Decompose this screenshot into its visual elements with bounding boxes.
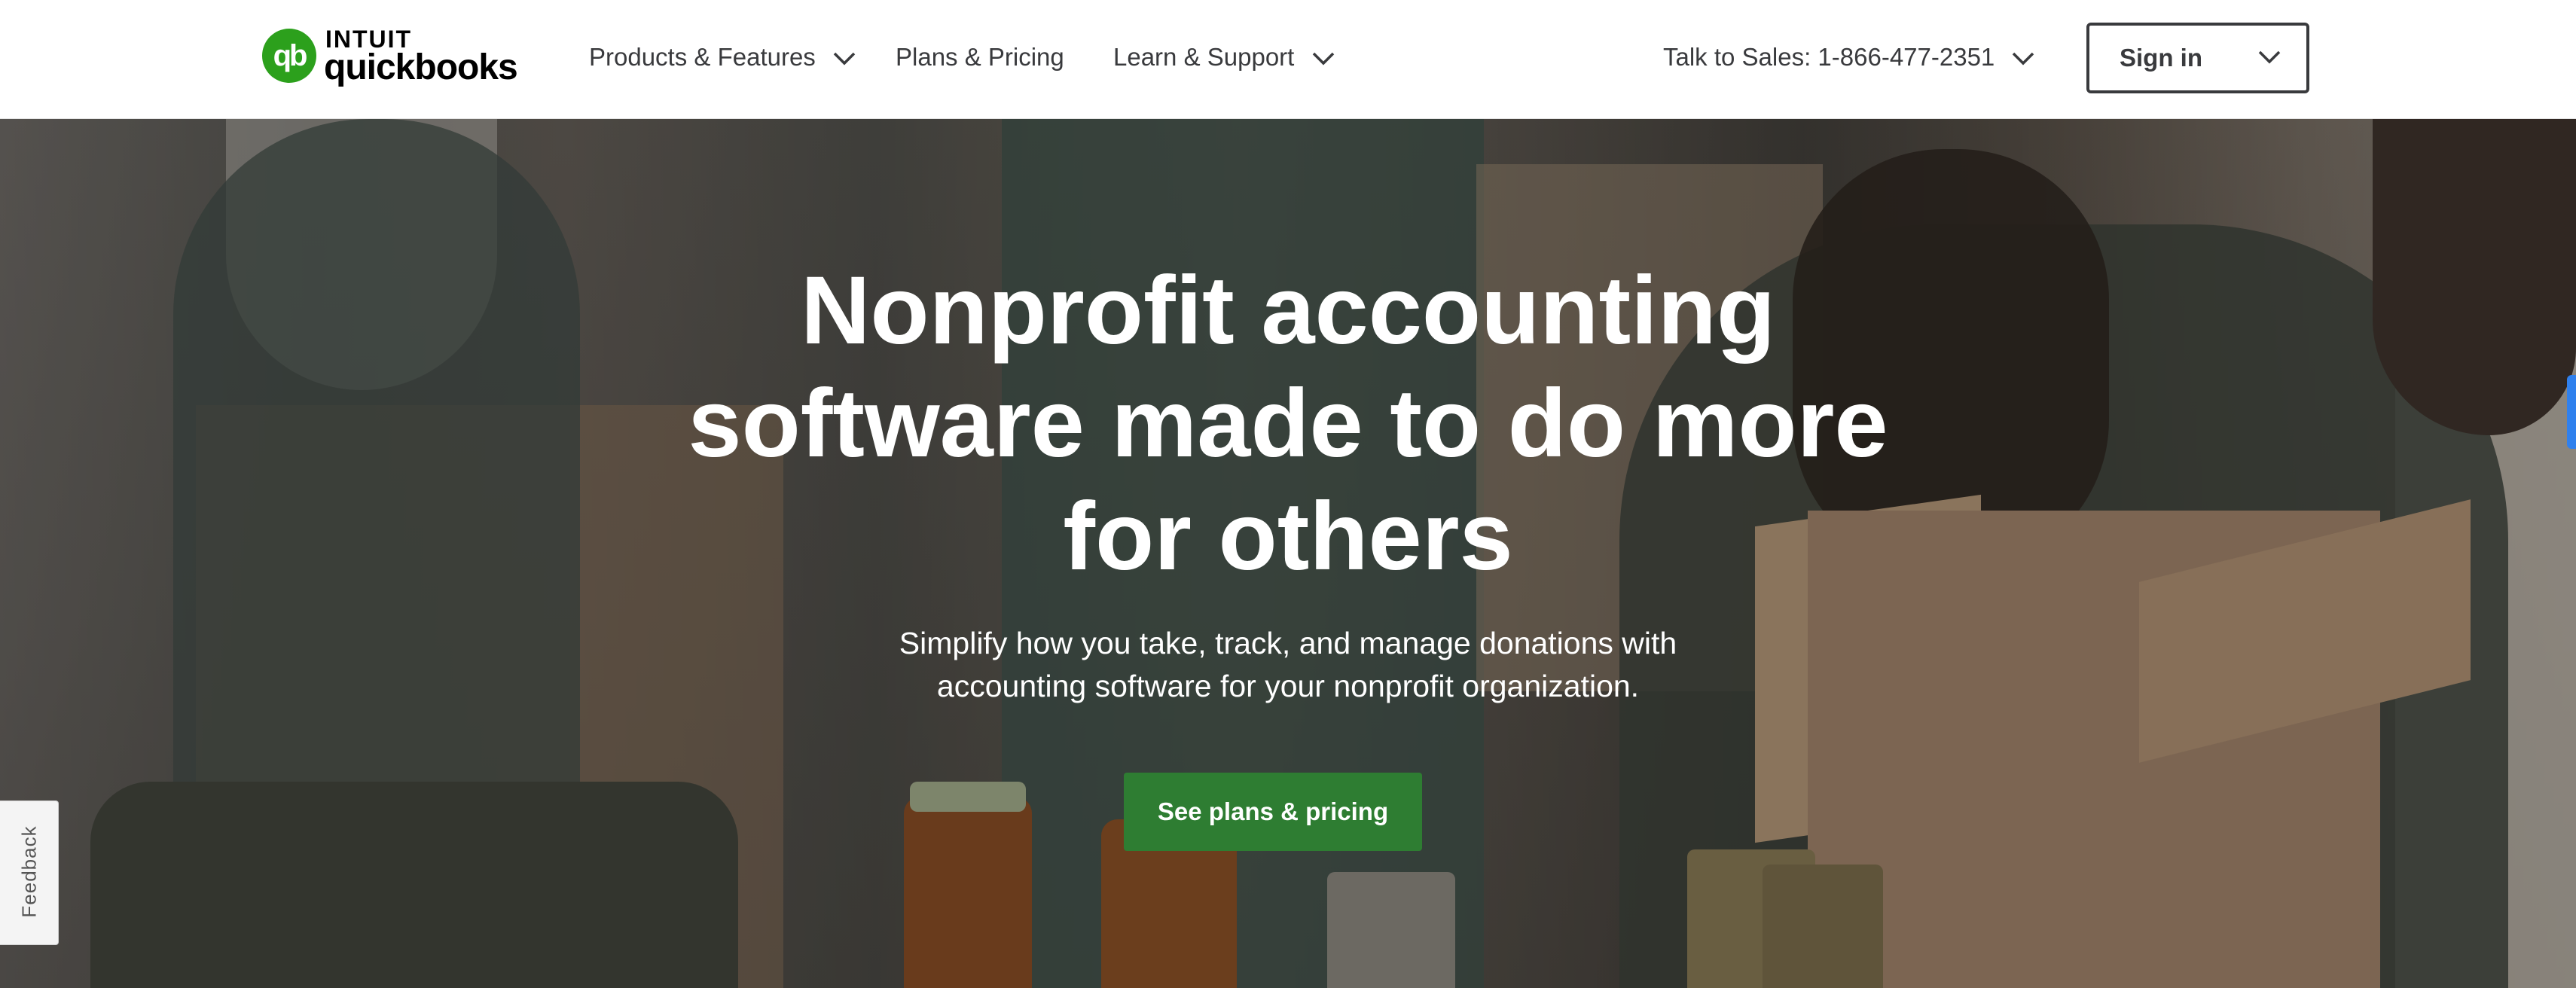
quickbooks-logo-icon: qb xyxy=(262,29,316,83)
sign-in-button[interactable]: Sign in xyxy=(2086,23,2309,93)
chevron-down-icon xyxy=(2258,50,2281,64)
subtext-line: Simplify how you take, track, and manage… xyxy=(899,626,1677,660)
see-plans-pricing-button[interactable]: See plans & pricing xyxy=(1124,773,1422,851)
chevron-down-icon xyxy=(833,53,856,66)
sales-phone-label: Talk to Sales: 1-866-477-2351 xyxy=(1663,43,1995,71)
nav-learn-label: Learn & Support xyxy=(1113,43,1295,71)
hero-subtext: Simplify how you take, track, and manage… xyxy=(829,622,1747,708)
feedback-tab[interactable]: Feedback xyxy=(0,800,59,945)
headline-line: software made to do more xyxy=(688,370,1888,477)
nav-products-features[interactable]: Products & Features xyxy=(589,39,857,75)
headline-line: for others xyxy=(1063,483,1513,590)
sign-in-label: Sign in xyxy=(2120,44,2202,72)
hero-section: Nonprofit accounting software made to do… xyxy=(0,119,2576,988)
site-header: qb INTUIT quickbooks Products & Features… xyxy=(0,0,2576,119)
nav-learn-support[interactable]: Learn & Support xyxy=(1113,39,1336,75)
logo-quickbooks-text: quickbooks xyxy=(324,47,518,87)
headline-line: Nonprofit accounting xyxy=(800,257,1776,364)
nav-plans-pricing[interactable]: Plans & Pricing xyxy=(896,39,1064,75)
chevron-down-icon xyxy=(2013,53,2034,66)
nav-plans-label: Plans & Pricing xyxy=(896,43,1064,71)
talk-to-sales-dropdown[interactable]: Talk to Sales: 1-866-477-2351 xyxy=(1663,39,2036,75)
chevron-down-icon xyxy=(1312,53,1334,66)
hero-headline: Nonprofit accounting software made to do… xyxy=(640,255,1936,593)
nav-products-label: Products & Features xyxy=(589,43,816,71)
feedback-label: Feedback xyxy=(17,825,41,918)
side-scroll-tab[interactable] xyxy=(2567,375,2576,449)
quickbooks-logo[interactable]: qb INTUIT quickbooks xyxy=(262,26,518,90)
subtext-line: accounting software for your nonprofit o… xyxy=(936,669,1640,703)
